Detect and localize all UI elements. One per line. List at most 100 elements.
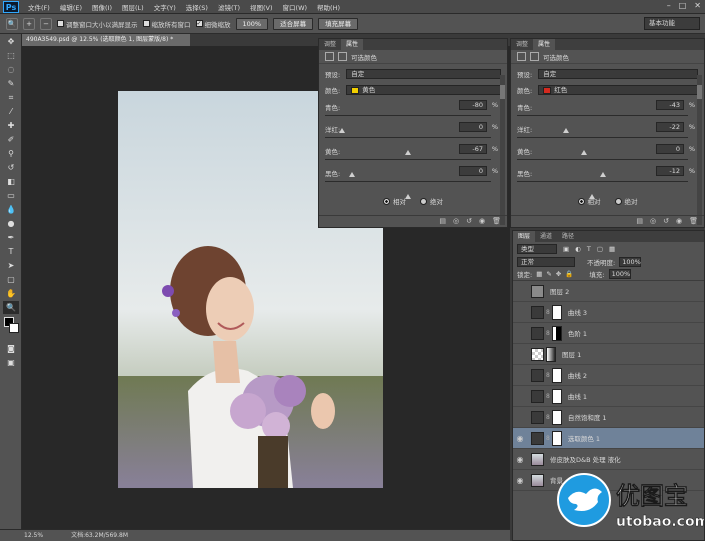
path-select-tool-icon[interactable]: ➤ [3,259,19,272]
clip-icon[interactable]: ▤ [439,216,446,227]
slider-value-input[interactable]: -22 [656,122,684,132]
shape-tool-icon[interactable]: ▢ [3,273,19,286]
maximize-button[interactable]: □ [679,1,687,10]
pen-tool-icon[interactable]: ✒ [3,231,19,244]
visibility-eye-icon[interactable]: ◉ [513,476,527,485]
zoom-out-icon[interactable]: − [40,17,52,30]
menu-item[interactable]: 编辑(E) [55,2,87,12]
slider-value-input[interactable]: -12 [656,166,684,176]
slider-track[interactable] [325,159,491,177]
history-brush-icon[interactable]: ↺ [3,161,19,174]
layer-row[interactable]: 8 曲线 3 [513,302,704,323]
menu-item[interactable]: 文件(F) [23,2,55,12]
layer-row[interactable]: ◉ 8 选取颜色 1 [513,428,704,449]
document-tab[interactable]: 490A3549.psd @ 12.5% (选取颜色 1, 图层蒙版/8) * [22,34,190,46]
menu-item[interactable]: 图像(I) [87,2,117,12]
reset-icon[interactable]: ↺ [663,216,669,227]
delete-icon[interactable]: 🗑 [492,216,501,227]
menu-item[interactable]: 滤镜(T) [213,2,245,12]
filter-pixel-icon[interactable]: ▣ [563,245,569,253]
quick-select-tool-icon[interactable]: ✎ [3,77,19,90]
panel-scrollbar[interactable] [500,75,505,225]
blur-tool-icon[interactable]: 💧 [3,203,19,216]
move-tool-icon[interactable]: ✥ [3,35,19,48]
slider-track[interactable] [517,115,688,133]
scrubby-zoom-checkbox[interactable]: ✓ 细微缩放 [195,19,231,29]
layer-filter-select[interactable]: 类型 [517,243,557,254]
tab-adjustments[interactable]: 调整 [511,39,533,50]
slider-track[interactable] [517,137,688,155]
view-previous-icon[interactable]: ◎ [650,216,656,227]
preset-select[interactable]: 自定 [538,69,698,79]
menu-item[interactable]: 文字(Y) [149,2,181,12]
lock-pixels-icon[interactable]: ▦ [536,270,542,278]
type-tool-icon[interactable]: T [3,245,19,258]
slider-value-input[interactable]: -80 [459,100,487,110]
tab-layers[interactable]: 图层 [513,231,536,242]
close-button[interactable]: ✕ [694,1,701,10]
slider-thumb[interactable] [405,194,411,199]
lock-paint-icon[interactable]: ✎ [546,270,551,278]
brush-tool-icon[interactable]: ✐ [3,133,19,146]
stamp-tool-icon[interactable]: ⚲ [3,147,19,160]
color-select[interactable]: 红色 [538,85,698,95]
lasso-tool-icon[interactable]: ◌ [3,63,19,76]
eyedropper-tool-icon[interactable]: ⁄ [3,105,19,118]
slider-track[interactable] [517,181,688,199]
dodge-tool-icon[interactable]: ● [3,217,19,230]
layer-row[interactable]: 8 色阶 1 [513,323,704,344]
absolute-radio[interactable]: 绝对 [420,196,443,206]
fill-input[interactable]: 100% [608,269,631,279]
tab-properties[interactable]: 属性 [341,39,364,50]
layer-row[interactable]: 图层 2 [513,281,704,302]
slider-track[interactable] [325,115,491,133]
marquee-tool-icon[interactable]: ⬚ [3,49,19,62]
relative-radio[interactable]: 相对 [383,196,406,206]
color-select[interactable]: 黄色 [346,85,501,95]
slider-value-input[interactable]: -67 [459,144,487,154]
minimize-button[interactable]: – [667,1,671,10]
delete-icon[interactable]: 🗑 [689,216,698,227]
slider-track[interactable] [325,181,491,199]
panel-scrollbar[interactable] [697,75,702,225]
filter-shape-icon[interactable]: ▢ [597,245,603,253]
opacity-input[interactable]: 100% [619,256,642,267]
menu-item[interactable]: 帮助(H) [312,2,345,12]
lock-all-icon[interactable]: 🔒 [565,270,573,278]
menu-item[interactable]: 视图(V) [245,2,278,12]
color-swatches[interactable] [2,317,19,339]
slider-value-input[interactable]: 0 [459,166,487,176]
reset-icon[interactable]: ↺ [466,216,472,227]
actual-pixels-button[interactable]: 100% [235,17,269,30]
zoom-icon[interactable]: 🔍 [6,17,18,30]
visibility-icon[interactable]: ◉ [676,216,682,227]
fit-screen-button[interactable]: 适合屏幕 [273,17,314,30]
zoom-all-checkbox[interactable]: 缩放所有窗口 [142,19,191,29]
slider-value-input[interactable]: -43 [656,100,684,110]
tab-adjustments[interactable]: 调整 [319,39,341,50]
slider-track[interactable] [517,159,688,177]
screen-mode-icon[interactable]: ▣ [3,356,19,369]
healing-tool-icon[interactable]: ✚ [3,119,19,132]
slider-value-input[interactable]: 0 [656,144,684,154]
menu-item[interactable]: 图层(L) [117,2,149,12]
tab-paths[interactable]: 路径 [557,231,579,242]
absolute-radio[interactable]: 绝对 [614,196,638,206]
slider-track[interactable] [325,137,491,155]
gradient-tool-icon[interactable]: ▭ [3,189,19,202]
hand-tool-icon[interactable]: ✋ [3,287,19,300]
visibility-icon[interactable]: ◉ [479,216,485,227]
view-previous-icon[interactable]: ◎ [453,216,459,227]
filter-smart-icon[interactable]: ▦ [609,245,615,253]
layer-row[interactable]: 8 自然饱和度 1 [513,407,704,428]
background-color[interactable] [9,323,19,333]
fill-screen-button[interactable]: 填充屏幕 [318,17,359,30]
clip-icon[interactable]: ▤ [636,216,643,227]
lock-position-icon[interactable]: ✥ [556,270,561,278]
workspace-select[interactable]: 基本功能 [644,17,700,30]
eraser-tool-icon[interactable]: ◧ [3,175,19,188]
menu-item[interactable]: 窗口(W) [278,2,313,12]
visibility-eye-icon[interactable]: ◉ [513,455,527,464]
layer-row[interactable]: 图层 1 [513,344,704,365]
preset-select[interactable]: 自定 [346,69,501,79]
